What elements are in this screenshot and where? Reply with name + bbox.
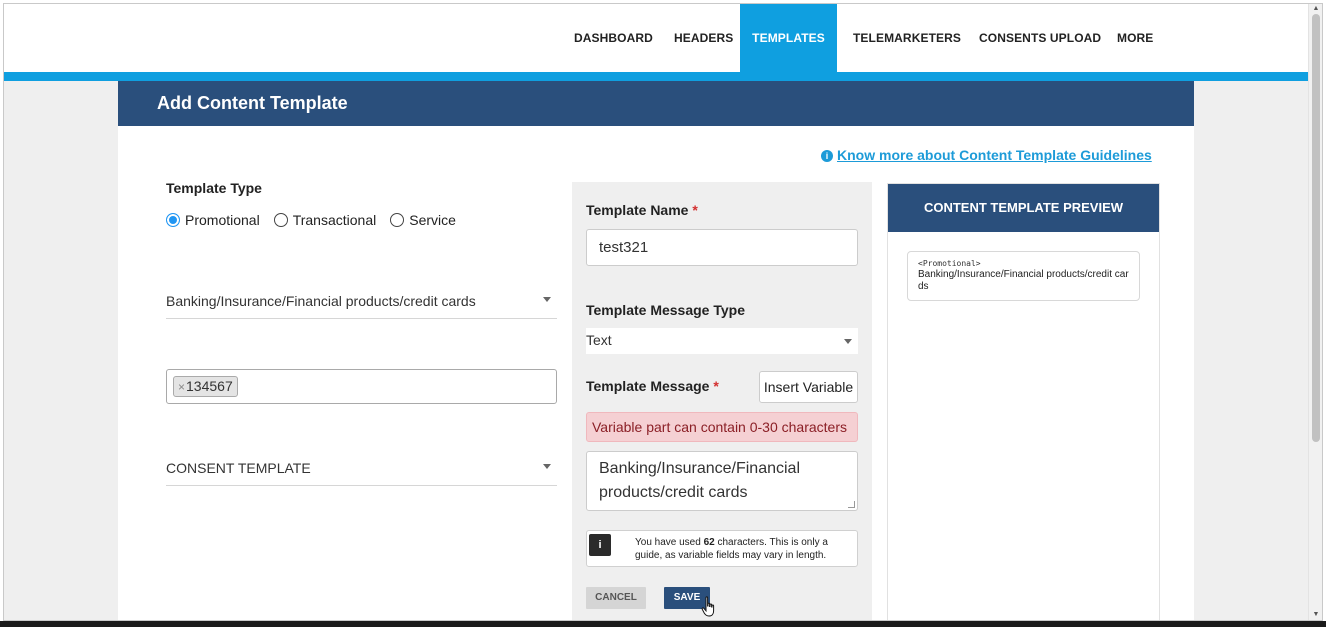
category-select-value: Banking/Insurance/Financial products/cre… [166, 293, 476, 309]
category-select[interactable]: Banking/Insurance/Financial products/cre… [166, 293, 557, 319]
template-type-label: Template Type [166, 180, 262, 196]
scrollbar-thumb[interactable] [1312, 14, 1320, 442]
radio-promotional[interactable]: Promotional [166, 212, 260, 228]
browser-viewport: DASHBOARD HEADERS TEMPLATES TELEMARKETER… [3, 3, 1323, 621]
nav-telemarketers[interactable]: TELEMARKETERS [853, 4, 961, 72]
character-count-text: You have used 62 characters. This is onl… [635, 537, 828, 561]
template-details-panel: Template Name * test321 Template Message… [572, 182, 872, 620]
card-header: Add Content Template [118, 81, 1194, 126]
message-line-2: products/credit cards [599, 484, 748, 501]
page-title: Add Content Template [157, 93, 348, 113]
caret-down-icon [543, 297, 551, 302]
radio-unchecked-icon[interactable] [273, 213, 288, 227]
radio-label-promotional: Promotional [185, 212, 260, 228]
radio-service[interactable]: Service [390, 212, 456, 228]
caret-down-icon [543, 464, 551, 469]
nav-headers[interactable]: HEADERS [674, 4, 733, 72]
template-message-label: Template Message * [586, 378, 719, 394]
message-type-select[interactable]: Text [586, 328, 858, 354]
template-name-label: Template Name * [586, 202, 698, 218]
preview-message-text: Banking/Insurance/Financial products/cre… [918, 269, 1129, 292]
message-type-label: Template Message Type [586, 302, 745, 318]
radio-label-service: Service [409, 212, 456, 228]
top-navigation: DASHBOARD HEADERS TEMPLATES TELEMARKETER… [4, 4, 1310, 72]
insert-variable-button[interactable]: Insert Variable [759, 371, 858, 403]
nav-consents-upload[interactable]: CONSENTS UPLOAD [979, 4, 1101, 72]
radio-label-transactional: Transactional [292, 212, 377, 228]
cancel-button[interactable]: CANCEL [586, 587, 646, 609]
consent-template-select[interactable]: CONSENT TEMPLATE [166, 460, 557, 486]
remove-tag-icon[interactable]: × [178, 380, 185, 394]
nav-more[interactable]: MORE [1117, 4, 1153, 72]
scroll-down-arrow-icon[interactable]: ▼ [1311, 611, 1321, 619]
character-count-note: i You have used 62 characters. This is o… [586, 530, 858, 567]
add-content-template-card: Add Content Template i Know more about Co… [118, 81, 1194, 620]
radio-checked-icon[interactable] [166, 213, 180, 227]
message-type-value: Text [586, 332, 612, 348]
nav-templates[interactable]: TEMPLATES [740, 4, 837, 72]
preview-title: CONTENT TEMPLATE PREVIEW [888, 184, 1159, 232]
preview-type-tag: <Promotional> [918, 259, 981, 268]
consent-select-value: CONSENT TEMPLATE [166, 460, 311, 476]
hand-pointer-icon [701, 596, 715, 617]
info-square-icon: i [589, 534, 611, 556]
preview-message-box: <Promotional> Banking/Insurance/Financia… [907, 251, 1140, 301]
radio-unchecked-icon[interactable] [390, 213, 405, 227]
character-count-value: 62 [703, 537, 715, 548]
header-tag-chip: ×134567 [173, 376, 238, 397]
variable-length-alert: Variable part can contain 0-30 character… [586, 412, 858, 442]
guidelines-link[interactable]: i Know more about Content Template Guidel… [821, 147, 1152, 163]
header-tag-input[interactable]: ×134567 [166, 369, 557, 404]
scroll-up-arrow-icon[interactable]: ▲ [1311, 5, 1321, 13]
template-name-input[interactable]: test321 [586, 229, 858, 266]
vertical-scrollbar[interactable]: ▲ ▼ [1308, 4, 1322, 620]
guidelines-link-text: Know more about Content Template Guideli… [837, 147, 1152, 163]
window-bottom-edge [0, 621, 1326, 627]
caret-down-icon [844, 339, 852, 344]
nav-accent-bar [4, 72, 1310, 81]
resize-handle-icon[interactable] [848, 501, 855, 508]
message-line-1: Banking/Insurance/Financial [599, 460, 801, 477]
template-type-radio-group: Promotional Transactional Service [166, 212, 470, 228]
radio-transactional[interactable]: Transactional [273, 212, 377, 228]
info-circle-icon: i [821, 150, 833, 162]
header-tag-value: 134567 [186, 378, 233, 394]
template-message-textarea[interactable]: Banking/Insurance/Financial products/cre… [586, 451, 858, 511]
nav-dashboard[interactable]: DASHBOARD [574, 4, 653, 72]
content-template-preview: CONTENT TEMPLATE PREVIEW <Promotional> B… [887, 183, 1160, 620]
